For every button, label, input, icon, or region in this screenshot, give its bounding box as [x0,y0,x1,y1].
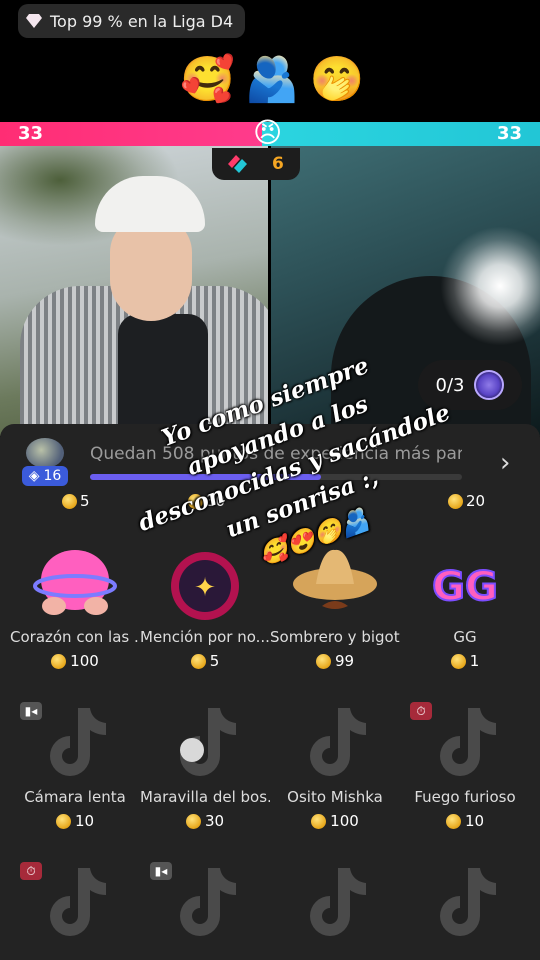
gift-item[interactable]: Corazón con las ... 100 [10,540,140,670]
video-icon: ▮◂ [150,862,172,880]
svg-text:GG: GG [432,564,498,610]
coin-icon [190,653,206,669]
gift-price: 100 [10,652,140,670]
gift-item[interactable] [400,862,530,946]
gift-name: Sombrero y bigote [270,628,400,646]
tiktok-placeholder-icon [180,868,236,936]
gift-item[interactable]: Maravilla del bos... 30 [140,702,270,830]
gift-item[interactable]: ▮◂ Cámara lenta 10 [10,702,140,830]
timer-icon: ⏱ [20,862,42,880]
gift-name: Maravilla del bos... [140,788,270,806]
tiktok-placeholder-icon [310,708,366,776]
gift-name: Corazón con las ... [10,628,140,646]
coin-icon [55,813,71,829]
gift-name: Cámara lenta [24,788,126,806]
coin-icon [450,653,466,669]
gift-item[interactable] [270,862,400,946]
coin-icon [311,813,327,829]
gift-price: 100 [270,812,400,830]
league-rank-pill[interactable]: Top 99 % en la Liga D4 [18,4,246,38]
tiktok-placeholder-icon [440,868,496,936]
coin-icon [62,493,77,509]
diamond-level-icon: ◈ [28,468,40,484]
left-score: 33 [18,123,44,144]
win-streak-badge[interactable]: 6 [212,148,300,180]
purple-coin-icon [474,370,505,400]
gift-name: Mención por no... [140,628,270,646]
chevron-right-icon[interactable]: › [500,448,510,478]
coin-icon [185,813,201,829]
tiktok-placeholder-icon [310,868,366,936]
win-streak-count: 6 [272,154,284,174]
streak-icon [228,155,247,173]
gift-name: Fuego furioso [414,788,516,806]
gift-price: 99 [270,652,400,670]
gift-price: 30 [140,812,270,830]
video-icon: ▮◂ [20,702,42,720]
timer-icon: ⏱ [410,702,432,720]
level-avatar-icon [26,438,64,468]
gift-item[interactable]: ⏱ Fuego furioso 10 [400,702,530,830]
emoji-reactions: 🥰 🫂 🤭 [180,52,364,108]
gift-item[interactable]: GG GG 1 [400,540,530,670]
level-number: 16 [43,468,62,484]
coin-icon [315,653,331,669]
hand-over-mouth-emoji: 🤭 [309,54,365,105]
gift-price: 10 [10,812,140,830]
tiktok-placeholder-icon [50,868,106,936]
diamond-icon [26,14,42,28]
tiktok-placeholder-icon [50,708,106,776]
gift-price: 5 [140,652,270,670]
right-score: 33 [496,123,522,144]
gift-price: 10 [400,812,530,830]
gift-name: GG [453,628,477,646]
counter-value: 0/3 [435,374,465,396]
gift-item[interactable]: ⏱ [10,862,140,946]
center-angry-emoji: 😠 [253,116,283,149]
gift-price: 1 [400,652,530,670]
gift-item[interactable]: Osito Mishka 100 [270,702,400,830]
gift-item[interactable]: ▮◂ [140,862,270,946]
gg-icon: GG [422,540,508,626]
coin-icon [51,653,67,669]
left-host-video[interactable] [0,146,268,436]
hug-emoji: 🫂 [244,54,300,105]
level-badge: ◈ 16 [22,466,68,486]
gift-name: Osito Mishka [287,788,383,806]
gift-price-partial: 5 [62,492,90,510]
heart-hands-icon [32,540,118,626]
tiktok-placeholder-icon [180,708,236,776]
smiling-hearts-emoji: 🥰 [180,54,235,105]
level-indicator[interactable]: ◈ 16 [22,436,68,486]
coin-icon [445,813,461,829]
tiktok-placeholder-icon [440,708,496,776]
league-label: Top 99 % en la Liga D4 [50,11,234,31]
